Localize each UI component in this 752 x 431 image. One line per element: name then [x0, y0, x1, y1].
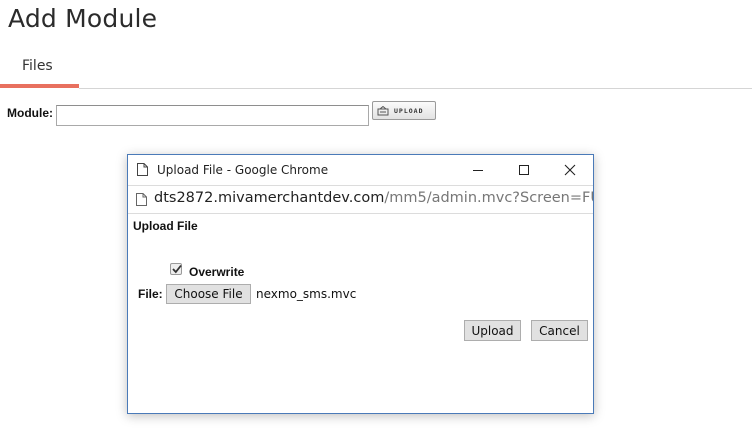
minimize-icon	[473, 170, 483, 171]
overwrite-checkbox[interactable]	[170, 263, 182, 275]
url-host: dts2872.mivamerchantdev.com	[154, 190, 385, 206]
overwrite-label: Overwrite	[189, 265, 245, 279]
tab-active-indicator	[0, 84, 79, 88]
upload-button[interactable]: UPLOAD	[372, 101, 436, 120]
file-label: File:	[138, 287, 163, 301]
maximize-button[interactable]	[501, 155, 547, 185]
selected-file-name: nexmo_sms.mvc	[256, 287, 357, 301]
module-label: Module:	[7, 106, 53, 120]
close-icon	[564, 164, 576, 176]
page-title: Add Module	[8, 4, 158, 33]
tab-files[interactable]: Files	[0, 48, 79, 89]
cancel-button[interactable]: Cancel	[531, 320, 588, 341]
address-url: dts2872.mivamerchantdev.com/mm5/admin.mv…	[154, 190, 593, 206]
window-titlebar[interactable]: Upload File - Google Chrome	[128, 155, 593, 185]
upload-file-window: Upload File - Google Chrome dts2872.miva…	[127, 154, 594, 414]
upload-button-label: UPLOAD	[394, 106, 424, 115]
upload-icon	[377, 105, 389, 115]
minimize-button[interactable]	[455, 155, 501, 185]
tab-files-label: Files	[22, 58, 53, 74]
close-button[interactable]	[547, 155, 593, 185]
tab-divider	[79, 88, 752, 89]
upload-heading: Upload File	[133, 219, 198, 233]
maximize-icon	[519, 165, 529, 175]
window-title: Upload File - Google Chrome	[157, 163, 329, 177]
checkmark-icon	[172, 264, 182, 274]
page-icon	[137, 163, 148, 176]
popup-content: Upload File Overwrite File: Choose File …	[128, 214, 593, 413]
address-bar[interactable]: dts2872.mivamerchantdev.com/mm5/admin.mv…	[128, 185, 593, 214]
module-input[interactable]	[56, 105, 369, 126]
url-path: /mm5/admin.mvc?Screen=FUP	[384, 190, 593, 206]
page-icon	[136, 193, 147, 206]
upload-submit-button[interactable]: Upload	[464, 320, 521, 341]
choose-file-button[interactable]: Choose File	[166, 284, 251, 304]
